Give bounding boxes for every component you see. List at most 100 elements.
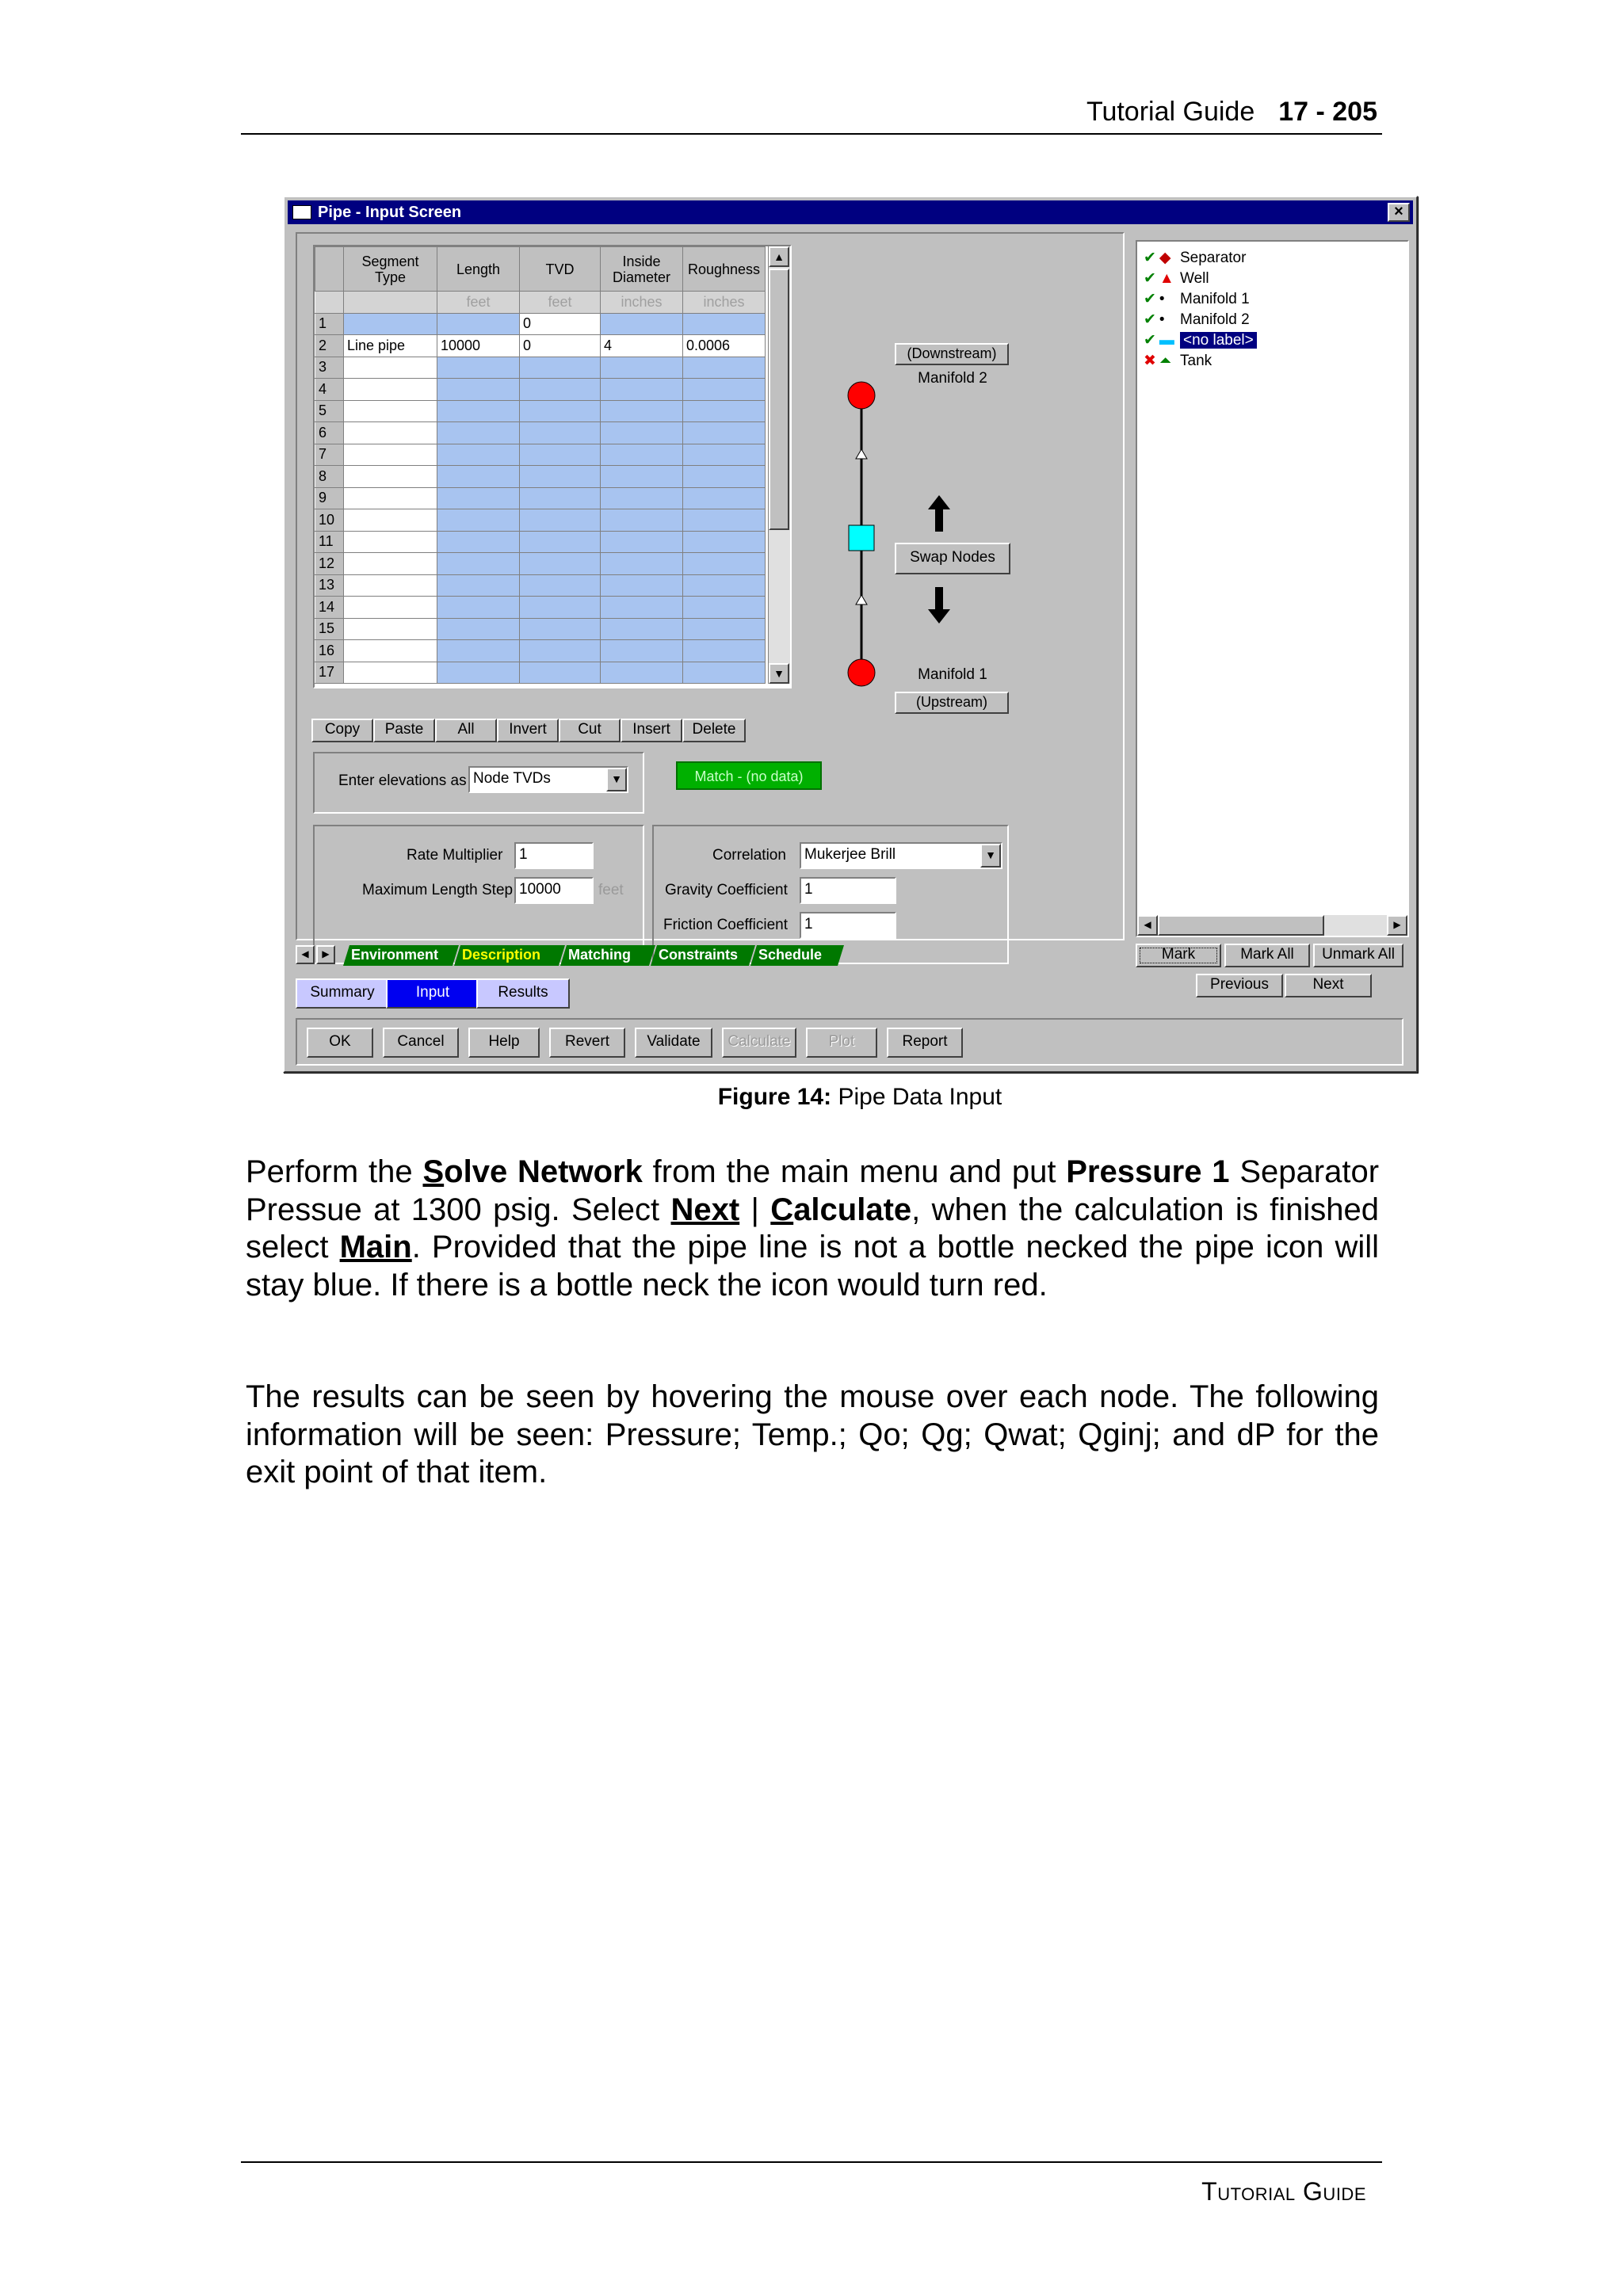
- ok-button[interactable]: OK: [307, 1028, 373, 1058]
- grid-cell-tvd[interactable]: [519, 552, 601, 575]
- rate-multiplier-input[interactable]: 1: [514, 842, 594, 869]
- report-button[interactable]: Report: [887, 1028, 963, 1058]
- grid-cell-tvd[interactable]: [519, 399, 601, 422]
- grid-cell-roughness[interactable]: [682, 552, 766, 575]
- grid-cell-length[interactable]: [437, 421, 520, 444]
- grid-cell-roughness[interactable]: [682, 421, 766, 444]
- grid-cell-type[interactable]: [343, 639, 437, 662]
- grid-cell-length[interactable]: [437, 596, 520, 619]
- upstream-node-icon[interactable]: [847, 658, 876, 687]
- pipe-segment-icon[interactable]: [848, 524, 875, 551]
- grid-cell-length[interactable]: [437, 356, 520, 379]
- grid-cell-type[interactable]: [343, 574, 437, 597]
- grid-cell-roughness[interactable]: [682, 639, 766, 662]
- tab-description[interactable]: Description: [454, 945, 565, 966]
- grid-cell-diameter[interactable]: [600, 552, 683, 575]
- grid-cell-type[interactable]: [343, 465, 437, 488]
- grid-cell-type[interactable]: [343, 530, 437, 553]
- scroll-down-arrow-icon[interactable]: ▼: [769, 663, 789, 684]
- cancel-button[interactable]: Cancel: [383, 1028, 459, 1058]
- mode-summary-button[interactable]: Summary: [296, 978, 389, 1009]
- gravity-coefficient-input[interactable]: 1: [800, 877, 896, 904]
- chevron-down-icon[interactable]: ▼: [980, 844, 1001, 868]
- grid-insert-button[interactable]: Insert: [621, 719, 682, 742]
- grid-cell-length[interactable]: [437, 378, 520, 401]
- grid-header-length[interactable]: Length: [437, 246, 520, 292]
- grid-cell-type[interactable]: [343, 356, 437, 379]
- tab-environment[interactable]: Environment: [343, 945, 459, 966]
- friction-coefficient-input[interactable]: 1: [800, 912, 896, 939]
- grid-cell-roughness[interactable]: [682, 530, 766, 553]
- mode-input-button[interactable]: Input: [386, 978, 479, 1009]
- grid-cell-diameter[interactable]: [600, 443, 683, 466]
- grid-cell-roughness[interactable]: [682, 486, 766, 509]
- grid-cell-tvd[interactable]: [519, 486, 601, 509]
- grid-cut-button[interactable]: Cut: [559, 719, 621, 742]
- grid-cell-diameter[interactable]: [600, 465, 683, 488]
- grid-cell-tvd[interactable]: 0: [519, 312, 601, 335]
- tab-scroll-left-icon[interactable]: ◀: [296, 945, 315, 964]
- grid-cell-tvd[interactable]: [519, 574, 601, 597]
- grid-cell-tvd[interactable]: [519, 639, 601, 662]
- grid-cell-type[interactable]: [343, 552, 437, 575]
- mark-all-button[interactable]: Mark All: [1224, 944, 1310, 967]
- grid-cell-roughness[interactable]: 0.0006: [682, 334, 766, 357]
- grid-cell-roughness[interactable]: [682, 596, 766, 619]
- scroll-up-arrow-icon[interactable]: ▲: [769, 246, 789, 267]
- grid-all-button[interactable]: All: [435, 719, 497, 742]
- tab-schedule[interactable]: Schedule: [750, 945, 844, 966]
- grid-cell-roughness[interactable]: [682, 443, 766, 466]
- grid-cell-roughness[interactable]: [682, 312, 766, 335]
- grid-cell-tvd[interactable]: [519, 509, 601, 532]
- grid-cell-roughness[interactable]: [682, 574, 766, 597]
- tree-item[interactable]: ✔ ▬ <no label>: [1144, 330, 1257, 351]
- grid-cell-diameter[interactable]: [600, 356, 683, 379]
- mode-results-button[interactable]: Results: [476, 978, 570, 1009]
- correlation-select[interactable]: Mukerjee Brill ▼: [800, 842, 1002, 869]
- tree-item[interactable]: ✔ ▲ Well: [1144, 269, 1209, 289]
- max-length-step-input[interactable]: 10000: [514, 877, 594, 904]
- grid-cell-length[interactable]: [437, 443, 520, 466]
- grid-cell-tvd[interactable]: [519, 530, 601, 553]
- grid-vertical-scrollbar[interactable]: ▲ ▼: [768, 246, 790, 684]
- scroll-thumb[interactable]: [769, 269, 789, 530]
- grid-cell-tvd[interactable]: [519, 421, 601, 444]
- next-button[interactable]: Next: [1285, 974, 1372, 997]
- tab-constraints[interactable]: Constraints: [651, 945, 755, 966]
- grid-cell-roughness[interactable]: [682, 378, 766, 401]
- grid-cell-type[interactable]: [343, 399, 437, 422]
- tree-scroll-track[interactable]: [1324, 915, 1387, 936]
- tree-item[interactable]: ✔ • Manifold 1: [1144, 289, 1250, 310]
- grid-cell-length[interactable]: [437, 399, 520, 422]
- grid-cell-tvd[interactable]: 0: [519, 334, 601, 357]
- previous-button[interactable]: Previous: [1196, 974, 1283, 997]
- grid-cell-tvd[interactable]: [519, 465, 601, 488]
- grid-cell-length[interactable]: [437, 465, 520, 488]
- grid-cell-diameter[interactable]: [600, 530, 683, 553]
- elevations-select[interactable]: Node TVDs ▼: [468, 766, 628, 793]
- tree-scroll-left-icon[interactable]: ◀: [1137, 915, 1158, 936]
- swap-nodes-button[interactable]: Swap Nodes: [895, 543, 1010, 574]
- grid-cell-diameter[interactable]: [600, 378, 683, 401]
- help-button[interactable]: Help: [468, 1028, 540, 1058]
- grid-cell-tvd[interactable]: [519, 596, 601, 619]
- segment-grid[interactable]: Segment Type Length TVD Inside Diameter …: [313, 245, 792, 688]
- network-tree[interactable]: ◀ ▶ ✔ ◆ Separator ✔ ▲ Well ✔ • Manifold 1 ✔ • Manif…: [1136, 240, 1409, 937]
- tree-item[interactable]: ✔ ◆ Separator: [1144, 248, 1246, 269]
- tab-matching[interactable]: Matching: [560, 945, 655, 966]
- grid-delete-button[interactable]: Delete: [682, 719, 746, 742]
- grid-cell-type[interactable]: Line pipe: [343, 334, 437, 357]
- grid-cell-roughness[interactable]: [682, 399, 766, 422]
- grid-header-tvd[interactable]: TVD: [519, 246, 601, 292]
- grid-cell-length[interactable]: 10000: [437, 334, 520, 357]
- grid-cell-type[interactable]: [343, 661, 437, 684]
- grid-cell-length[interactable]: [437, 617, 520, 640]
- grid-cell-length[interactable]: [437, 574, 520, 597]
- grid-cell-tvd[interactable]: [519, 617, 601, 640]
- revert-button[interactable]: Revert: [549, 1028, 625, 1058]
- grid-header-segment-type[interactable]: Segment Type: [343, 246, 437, 292]
- grid-cell-tvd[interactable]: [519, 356, 601, 379]
- grid-cell-roughness[interactable]: [682, 356, 766, 379]
- grid-cell-diameter[interactable]: 4: [600, 334, 683, 357]
- grid-cell-type[interactable]: [343, 443, 437, 466]
